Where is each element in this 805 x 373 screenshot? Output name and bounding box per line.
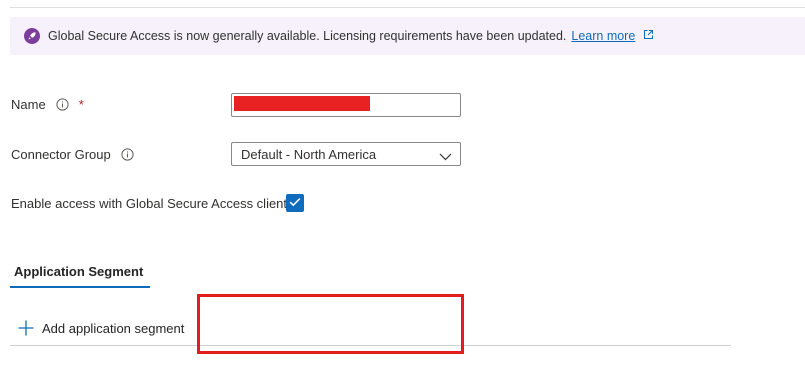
connector-group-label-row: Connector Group — [11, 147, 134, 162]
connector-group-dropdown[interactable]: Default - North America — [231, 142, 461, 166]
external-link-icon[interactable] — [643, 29, 654, 43]
info-icon[interactable] — [56, 98, 69, 111]
connector-group-selected: Default - North America — [241, 146, 377, 162]
top-divider — [10, 7, 805, 8]
annotation-highlight-box — [197, 294, 464, 354]
name-label: Name — [11, 97, 46, 112]
enable-access-checkbox[interactable] — [286, 194, 304, 212]
connector-group-label: Connector Group — [11, 147, 111, 162]
plus-icon — [18, 320, 34, 336]
checkmark-icon — [289, 194, 301, 212]
learn-more-link[interactable]: Learn more — [571, 29, 635, 43]
info-banner: Global Secure Access is now generally av… — [10, 17, 805, 55]
redaction-overlay — [234, 96, 370, 111]
rocket-icon — [24, 28, 40, 44]
add-application-segment-button[interactable]: Add application segment — [18, 317, 184, 339]
tab-application-segment[interactable]: Application Segment — [10, 260, 150, 288]
required-marker: * — [78, 97, 84, 112]
chevron-down-icon — [439, 149, 452, 164]
info-icon[interactable] — [121, 148, 134, 161]
tab-label: Application Segment — [14, 264, 144, 279]
active-tab-indicator — [10, 286, 150, 288]
banner-message: Global Secure Access is now generally av… — [48, 29, 567, 43]
name-label-row: Name * — [11, 97, 84, 112]
enable-access-label: Enable access with Global Secure Access … — [11, 196, 288, 211]
add-application-segment-label: Add application segment — [42, 320, 185, 336]
enable-access-label-row: Enable access with Global Secure Access … — [11, 196, 287, 211]
